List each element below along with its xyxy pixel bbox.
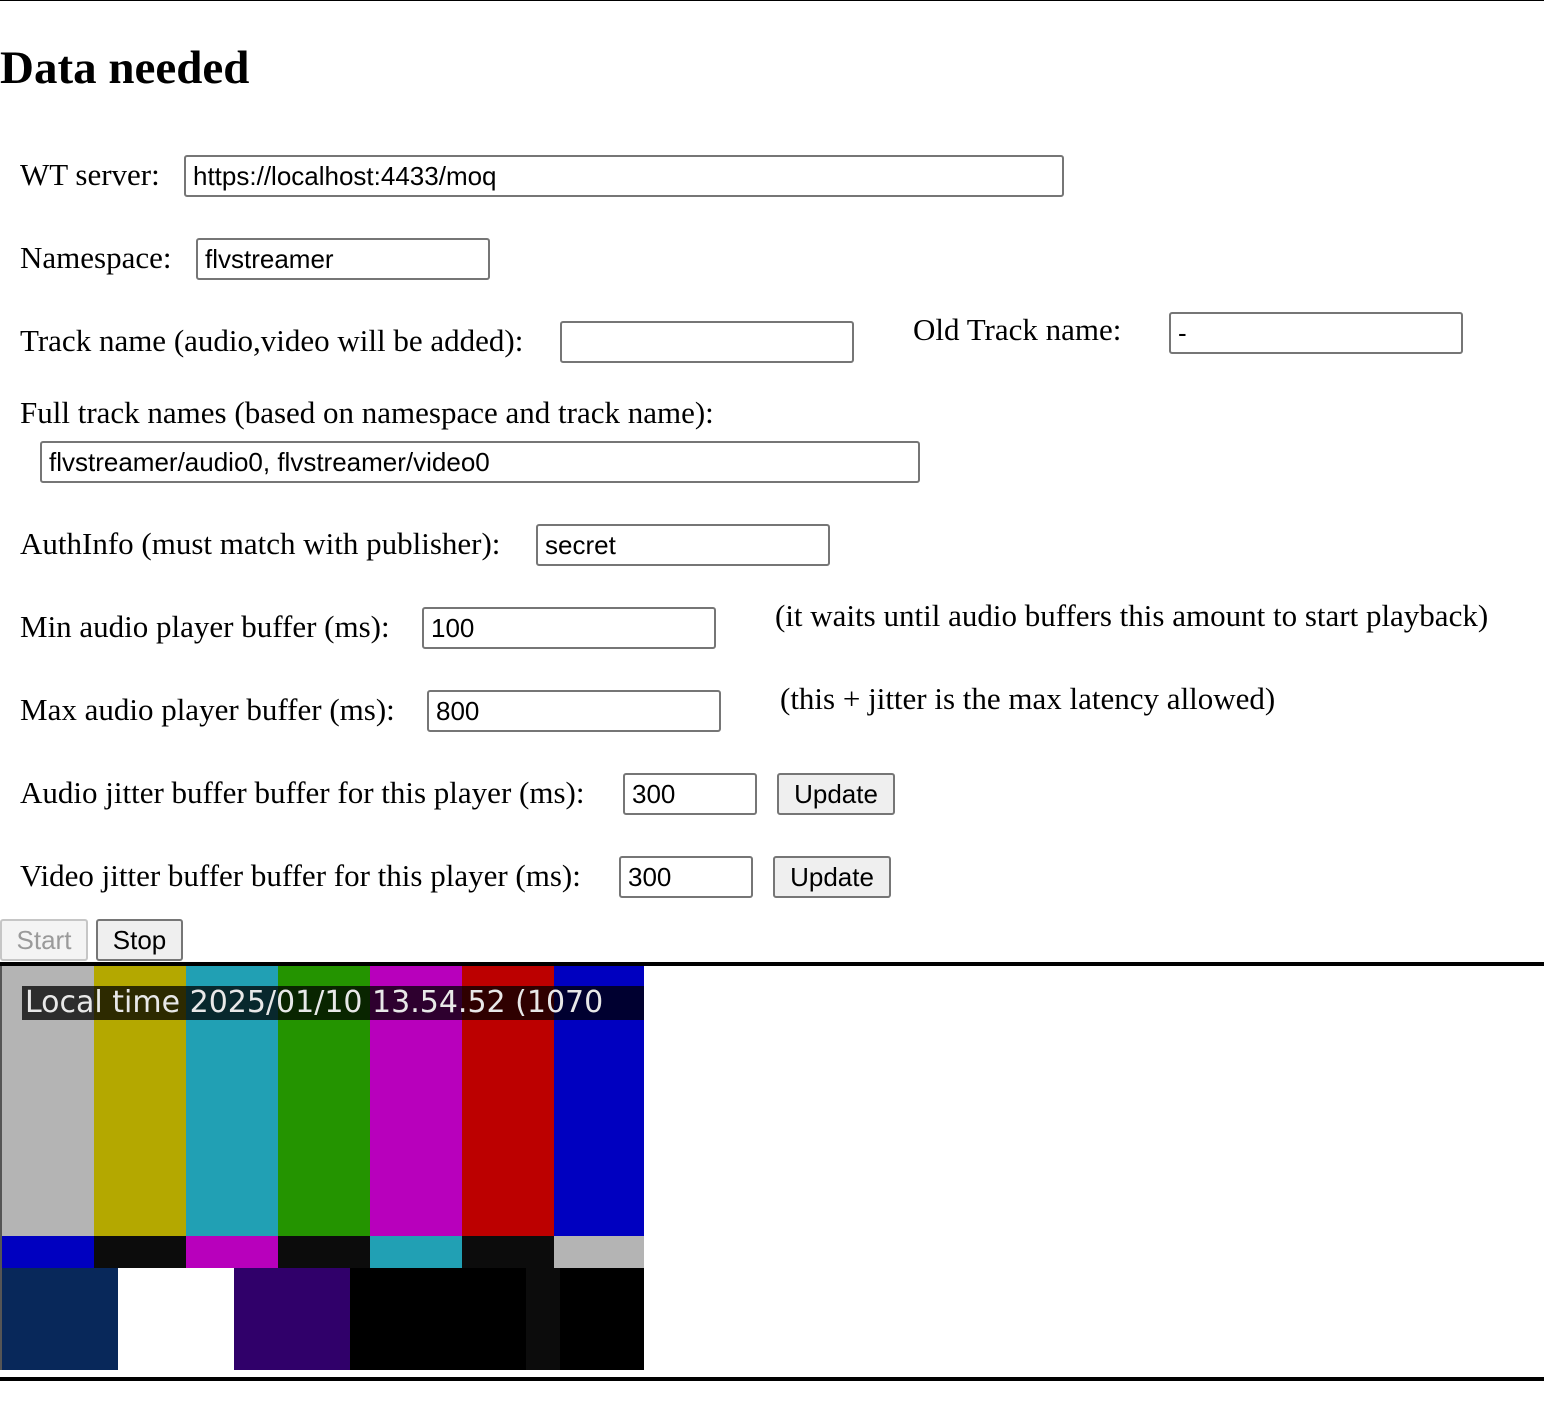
color-bar-bottom-1 — [118, 1268, 234, 1370]
color-bar-bottom-2 — [234, 1268, 350, 1370]
color-bar-mid-1 — [94, 1236, 186, 1268]
full-track-names-input[interactable]: flvstreamer/audio0, flvstreamer/video0 — [40, 441, 920, 483]
video-bottom-divider — [0, 1377, 1544, 1381]
color-bar-bottom-4 — [526, 1268, 560, 1370]
color-bar-mid-3 — [278, 1236, 370, 1268]
audio-jitter-label: Audio jitter buffer buffer for this play… — [20, 775, 585, 810]
color-bar-mid-4 — [370, 1236, 462, 1268]
full-track-names-label: Full track names (based on namespace and… — [20, 395, 714, 430]
old-track-name-input[interactable]: - — [1169, 312, 1463, 354]
track-name-input[interactable] — [560, 321, 854, 363]
start-button[interactable]: Start — [0, 919, 88, 961]
stop-button[interactable]: Stop — [96, 919, 183, 961]
wt-server-input[interactable]: https://localhost:4433/moq — [184, 155, 1064, 197]
namespace-input[interactable]: flvstreamer — [196, 238, 490, 280]
page-title: Data needed — [0, 42, 250, 94]
max-audio-buffer-hint: (this + jitter is the max latency allowe… — [780, 681, 1276, 716]
color-bar-mid-6 — [554, 1236, 644, 1268]
namespace-label: Namespace: — [20, 240, 172, 275]
max-audio-buffer-label: Max audio player buffer (ms): — [20, 692, 395, 727]
wt-server-label: WT server: — [20, 157, 160, 192]
old-track-name-label: Old Track name: — [913, 312, 1122, 347]
track-name-label: Track name (audio,video will be added): — [20, 323, 524, 358]
video-player[interactable]: Local time 2025/01/10 13.54.52 (1070 — [0, 966, 644, 1370]
audio-jitter-input[interactable]: 300 — [623, 773, 757, 815]
min-audio-buffer-hint: (it waits until audio buffers this amoun… — [775, 598, 1489, 633]
color-bar-bottom-0 — [2, 1268, 118, 1370]
top-border — [0, 0, 1544, 1]
auth-info-input[interactable]: secret — [536, 524, 830, 566]
color-bars-middle — [2, 1236, 644, 1268]
min-audio-buffer-input[interactable]: 100 — [422, 607, 716, 649]
max-audio-buffer-input[interactable]: 800 — [427, 690, 721, 732]
auth-info-label: AuthInfo (must match with publisher): — [20, 526, 501, 561]
audio-jitter-update-button[interactable]: Update — [777, 773, 895, 815]
min-audio-buffer-label: Min audio player buffer (ms): — [20, 609, 390, 644]
video-jitter-update-button[interactable]: Update — [773, 856, 891, 898]
color-bars-bottom — [2, 1268, 644, 1370]
color-bar-bottom-3 — [350, 1268, 526, 1370]
color-bar-mid-0 — [2, 1236, 94, 1268]
timestamp-overlay: Local time 2025/01/10 13.54.52 (1070 — [22, 986, 644, 1020]
color-bar-mid-5 — [462, 1236, 554, 1268]
video-jitter-input[interactable]: 300 — [619, 856, 753, 898]
color-bar-bottom-5 — [560, 1268, 644, 1370]
video-jitter-label: Video jitter buffer buffer for this play… — [20, 858, 581, 893]
color-bar-mid-2 — [186, 1236, 278, 1268]
